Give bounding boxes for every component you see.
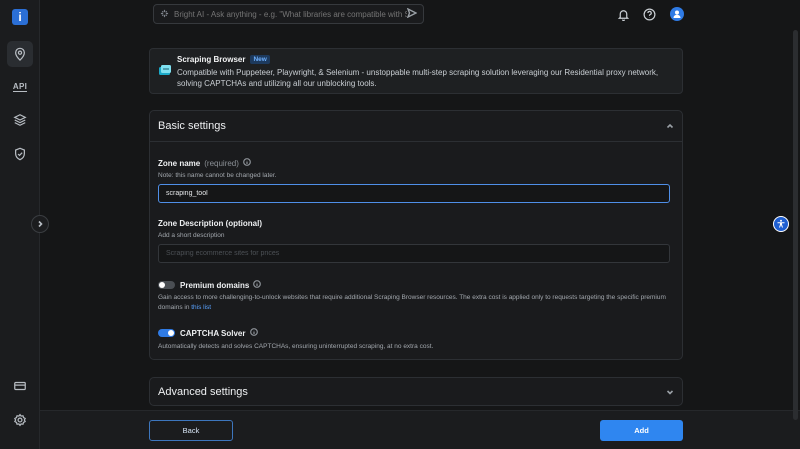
- premium-domains-label-text: Premium domains: [180, 280, 250, 290]
- captcha-solver-toggle[interactable]: [158, 329, 175, 337]
- info-icon[interactable]: [249, 328, 258, 338]
- zone-name-note: Note: this name cannot be changed later.: [158, 172, 277, 179]
- browser-product-icon: [159, 65, 171, 75]
- zone-description-input[interactable]: [158, 244, 670, 263]
- basic-settings-card: Basic settings Zone name (required) Note…: [149, 110, 683, 360]
- advanced-settings-title: Advanced settings: [158, 385, 248, 398]
- zone-name-label: Zone name (required): [158, 158, 251, 168]
- premium-domains-list-link[interactable]: this list: [191, 304, 211, 311]
- premium-domains-description: Gain access to more challenging-to-unloc…: [158, 293, 678, 313]
- captcha-solver-label-text: CAPTCHA Solver: [180, 328, 246, 338]
- api-icon[interactable]: API: [7, 74, 33, 100]
- toggle-knob: [168, 330, 174, 336]
- accessibility-button[interactable]: [773, 216, 789, 232]
- chevron-down-icon[interactable]: [666, 383, 674, 401]
- page-scrollbar[interactable]: [793, 30, 798, 420]
- premium-domains-desc-text: Gain access to more challenging-to-unloc…: [158, 294, 666, 311]
- basic-settings-title: Basic settings: [158, 120, 226, 132]
- ai-search-box[interactable]: [153, 4, 424, 24]
- help-icon[interactable]: [642, 7, 656, 21]
- info-icon[interactable]: [243, 158, 251, 168]
- required-tag: (required): [204, 158, 239, 168]
- ai-search-input[interactable]: [174, 9, 407, 19]
- banner-description: Compatible with Puppeteer, Playwright, &…: [177, 68, 659, 88]
- app-logo[interactable]: i: [12, 9, 28, 25]
- api-label: API: [12, 82, 28, 92]
- advanced-settings-header[interactable]: Advanced settings: [149, 377, 683, 406]
- shield-check-icon[interactable]: [7, 141, 33, 167]
- zone-description-note: Add a short description: [158, 232, 225, 239]
- user-icon: [673, 10, 681, 18]
- captcha-solver-label: CAPTCHA Solver: [180, 328, 258, 338]
- captcha-solver-description: Automatically detects and solves CAPTCHA…: [158, 343, 434, 350]
- sparkle-icon: [160, 9, 174, 20]
- premium-domains-toggle[interactable]: [158, 281, 175, 289]
- add-button[interactable]: Add: [600, 420, 683, 441]
- back-button[interactable]: Back: [149, 420, 233, 441]
- settings-gear-icon[interactable]: [7, 407, 33, 433]
- premium-domains-label: Premium domains: [180, 280, 262, 290]
- product-info-banner: Scraping Browser New Compatible with Pup…: [149, 48, 683, 94]
- banner-title-row: Scraping Browser New: [177, 55, 674, 64]
- expand-sidebar-button[interactable]: [31, 215, 49, 233]
- new-badge: New: [250, 55, 270, 64]
- billing-card-icon[interactable]: [7, 373, 33, 399]
- zone-name-label-text: Zone name: [158, 158, 201, 168]
- basic-settings-header[interactable]: Basic settings: [150, 111, 682, 142]
- chevron-up-icon[interactable]: [666, 117, 674, 135]
- accessibility-icon: [777, 219, 785, 228]
- zone-name-input[interactable]: [158, 184, 670, 203]
- chevron-right-icon: [38, 220, 43, 228]
- banner-title: Scraping Browser: [177, 55, 246, 64]
- user-avatar[interactable]: [670, 7, 684, 21]
- zone-description-label: Zone Description (optional): [158, 219, 262, 228]
- layers-icon[interactable]: [7, 107, 33, 133]
- toggle-knob: [159, 282, 165, 288]
- info-icon[interactable]: [253, 280, 262, 290]
- send-icon[interactable]: [406, 7, 418, 20]
- location-pin-icon[interactable]: [7, 41, 33, 67]
- bell-icon[interactable]: [616, 7, 630, 21]
